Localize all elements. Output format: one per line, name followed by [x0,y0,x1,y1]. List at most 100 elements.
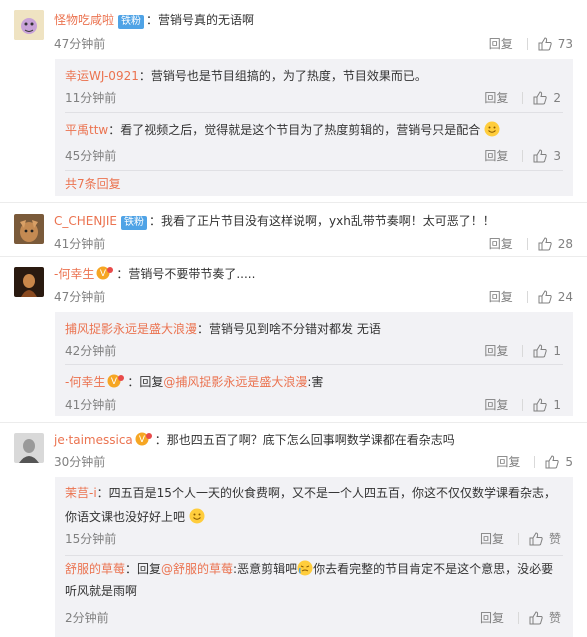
smile-emoji-icon [189,508,205,524]
like-count: 24 [557,289,573,304]
like-button[interactable]: 3 [533,149,561,163]
reply-text: 听风就是雨啊 [65,584,138,598]
reply-button[interactable]: 回复 [484,396,508,413]
comment-item: 怪物吃咸啦 铁粉 ：营销号真的无语啊 47分钟前 回复 73 幸运WJ-0921：营… [0,0,587,200]
username-link[interactable]: 幸运WJ-0921 [65,69,139,83]
like-button[interactable]: 1 [533,398,561,412]
like-count: 3 [553,148,561,163]
comment-actions: 回复 5 [496,453,573,470]
reply-actions: 回复 1 [484,396,561,413]
mention-link[interactable]: @舒服的草莓 [161,562,233,576]
comment-actions: 回复 24 [489,288,573,305]
username-link[interactable]: 怪物吃咸啦 [54,13,114,27]
divider [517,611,519,624]
like-count: 73 [557,36,573,51]
reply-line: 茉莒-i：四五百是15个人一天的伙食费啊，又不是一个人四五百，你这不仅仅数学课看… [65,481,563,529]
reply-button[interactable]: 回复 [484,342,508,359]
timestamp: 41分钟前 [54,237,106,251]
thumbs-up-icon [538,36,552,50]
reply-button[interactable]: 回复 [496,453,520,470]
like-button[interactable]: 赞 [529,609,561,626]
vip-badge-icon: V [107,374,125,388]
username-link[interactable]: 舒服的草莓 [65,562,125,576]
like-count: 1 [553,343,561,358]
reply-actions: 回复 赞 [480,609,561,626]
comment-text: ：营销号不要带节奏了..... [116,267,256,281]
mention-link[interactable]: @捕风捉影永远是盛大浪漫 [163,375,307,389]
comment-line: C_CHENJIE 铁粉 ：我看了正片节目没有这样说啊，yxh乱带节奏啊！太可恶了！… [54,212,495,230]
view-more-replies-link[interactable]: 共7条回复 [65,175,121,192]
reply-button[interactable]: 回复 [489,35,513,52]
like-count: 赞 [548,611,561,625]
timestamp: 47分钟前 [54,37,106,51]
like-button[interactable]: 28 [538,237,573,251]
username-link[interactable]: 捕风捉影永远是盛大浪漫 [65,322,197,336]
comment-text: ：那也四五百了啊？底下怎么回事啊数学课都在看杂志吗 [154,433,455,447]
thumbs-up-icon [533,343,548,357]
reply-line: 舒服的草莓：回复@舒服的草莓:恶意剪辑吧 你去看完整的节目肯定不是这个意思，没必要… [65,558,563,602]
avatar[interactable] [14,267,44,297]
like-button[interactable]: 赞 [529,530,561,547]
reply-item: 茉莒-i：四五百是15个人一天的伙食费啊，又不是一个人四五百，你这不仅仅数学课看… [55,477,573,555]
timestamp: 2分钟前 [65,611,109,625]
reply-text: ：营销号见到啥不分错对都发 无语 [197,322,381,336]
like-button[interactable]: 1 [533,344,561,358]
timestamp: 47分钟前 [54,290,106,304]
vip-badge-icon: V [135,432,152,446]
reply-text: ：看了视频之后，觉得就是这个节目为了热度剪辑的，营销号只是配合 [108,123,481,137]
avatar[interactable] [14,10,44,40]
thumbs-up-icon [533,148,548,162]
timestamp: 15分钟前 [65,532,117,546]
divider [0,202,587,203]
thumbs-up-icon [533,90,548,104]
fan-badge: 铁粉 [121,216,147,230]
reply-text: ：四五百是15个人一天的伙食费啊，又不是一个人四五百，你这不仅仅数学课看杂志， [96,486,556,500]
reply-text: :恶意剪辑吧 [233,562,298,576]
reply-actions: 回复 1 [484,342,561,359]
reply-button[interactable]: 回复 [489,235,513,252]
reply-button[interactable]: 回复 [489,288,513,305]
username-link[interactable]: C_CHENJIE [54,214,117,228]
divider [0,256,587,257]
like-count: 1 [553,397,561,412]
username-link[interactable]: -何幸生 [54,267,94,281]
divider [526,290,528,303]
avatar[interactable] [14,433,44,463]
fan-badge: 铁粉 [118,15,145,29]
username-link[interactable]: je·taimessica [54,433,133,447]
like-button[interactable]: 5 [545,455,573,469]
thumbs-up-icon [533,397,548,411]
avatar[interactable] [14,214,44,244]
timestamp: 41分钟前 [65,398,117,412]
username-link[interactable]: 平禹ttw [65,123,108,137]
like-button[interactable]: 24 [538,290,573,304]
reply-button[interactable]: 回复 [484,89,508,106]
comment-section: 怪物吃咸啦 铁粉 ：营销号真的无语啊 47分钟前 回复 73 幸运WJ-0921：营… [0,0,587,637]
svg-text:V: V [100,269,107,279]
timestamp: 42分钟前 [65,344,117,358]
reply-item: 平禹ttw：看了视频之后，觉得就是这个节目为了热度剪辑的，营销号只是配合 45分… [55,113,573,166]
username-link[interactable]: 茉莒-i [65,486,97,500]
vip-badge-icon: V [96,266,114,280]
username-link[interactable]: -何幸生 [65,375,105,389]
svg-text:V: V [139,435,146,445]
comment-text: ：我看了正片节目没有这样说啊，yxh乱带节奏啊！太可恶了！！ [149,214,495,228]
reply-text: ：营销号也是节目组搞的，为了热度，节目效果而已。 [138,69,427,83]
reply-actions: 回复 2 [484,89,561,106]
reply-button[interactable]: 回复 [480,530,504,547]
reply-text: :害 [307,375,324,389]
svg-text:V: V [111,377,118,387]
reply-line: 幸运WJ-0921：营销号也是节目组搞的，为了热度，节目效果而已。 [65,67,563,85]
divider [526,37,528,50]
thumbs-up-icon [538,289,552,303]
divider [522,91,524,104]
divider [522,149,524,162]
thumbs-up-icon [545,454,560,468]
like-button[interactable]: 2 [533,91,561,105]
reply-button[interactable]: 回复 [484,147,508,164]
reply-prefix: ：回复 [125,562,162,576]
like-count: 28 [557,236,573,251]
like-button[interactable]: 73 [538,37,573,51]
timestamp: 11分钟前 [65,91,117,105]
reply-button[interactable]: 回复 [480,609,504,626]
